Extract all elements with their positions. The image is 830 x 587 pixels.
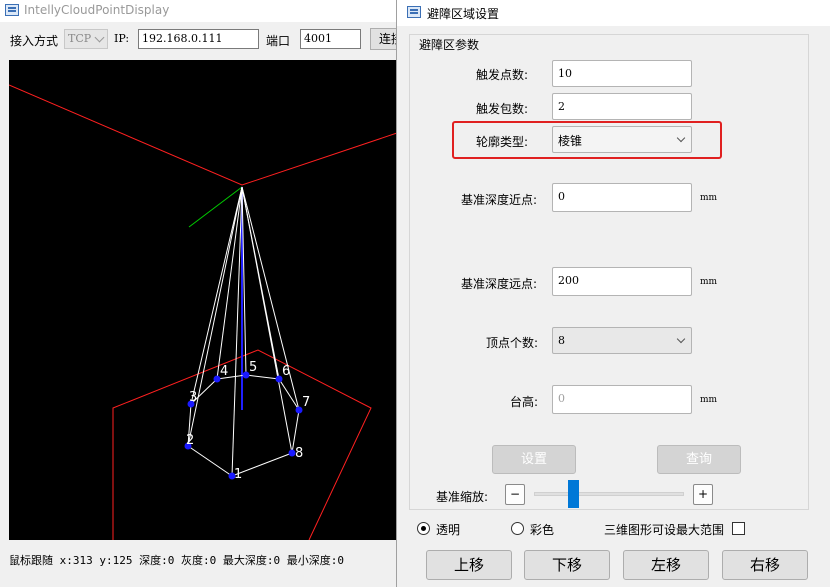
- pyramid-vertex-label: 8: [295, 446, 303, 461]
- zoom-label: 基准缩放:: [436, 490, 489, 504]
- move-down-button[interactable]: 下移: [524, 550, 610, 580]
- near-depth-unit: mm: [700, 193, 718, 203]
- pyramid-vertex-labels: 1 2 3 4 5 6 7 8: [186, 360, 310, 482]
- pyramid-edges: [187, 186, 300, 477]
- color-label: 彩色: [530, 523, 555, 537]
- set-button[interactable]: 设置: [492, 445, 576, 474]
- near-depth-input[interactable]: 0: [552, 183, 692, 212]
- protocol-select[interactable]: TCP: [64, 29, 108, 49]
- move-up-button[interactable]: 上移: [426, 550, 512, 580]
- pyramid-vertex-label: 5: [249, 360, 257, 375]
- pyramid-vertex-label: 7: [302, 395, 310, 410]
- move-right-button[interactable]: 右移: [722, 550, 808, 580]
- pyramid-vertex-label: 6: [282, 364, 290, 379]
- far-depth-label: 基准深度远点:: [461, 277, 538, 291]
- trigger-packets-input[interactable]: 2: [552, 93, 692, 120]
- max-range-label: 三维图形可设最大范围: [604, 523, 725, 537]
- vertex-count-label: 顶点个数:: [486, 336, 539, 350]
- main-window: IntellyCloudPointDisplay 接入方式 TCP IP: 19…: [0, 0, 410, 587]
- chevron-down-icon: [94, 32, 105, 43]
- pyramid-vertex-label: 3: [189, 390, 197, 405]
- pyramid-edge: [241, 186, 293, 454]
- far-depth-unit: mm: [700, 277, 718, 287]
- pyramid-base-edge: [245, 374, 280, 380]
- ip-input[interactable]: 192.168.0.111: [138, 29, 259, 49]
- app-icon: [5, 4, 19, 16]
- port-input[interactable]: 4001: [300, 29, 361, 49]
- max-range-checkbox[interactable]: [732, 522, 745, 535]
- access-mode-label: 接入方式: [10, 34, 59, 48]
- query-button[interactable]: 查询: [657, 445, 741, 474]
- pyramid-3d-view: 1 2 3 4 5 6 7 8: [8, 84, 401, 541]
- platform-height-input[interactable]: 0: [552, 385, 692, 414]
- point-cloud-viewer[interactable]: 1 2 3 4 5 6 7 8: [8, 60, 401, 541]
- transparent-radio[interactable]: [417, 522, 430, 535]
- pyramid-base-edge: [278, 378, 300, 411]
- ip-label: IP:: [114, 32, 130, 45]
- trigger-packets-label: 触发包数:: [476, 102, 529, 116]
- vertex-count-value: 8: [558, 334, 565, 347]
- pyramid-vertex-label: 2: [186, 433, 194, 448]
- trigger-points-label: 触发点数:: [476, 68, 529, 82]
- protocol-select-value: TCP: [68, 32, 92, 45]
- chevron-down-icon: [676, 334, 686, 344]
- main-window-title: IntellyCloudPointDisplay: [24, 3, 170, 17]
- trigger-points-input[interactable]: 10: [552, 60, 692, 87]
- dialog-title: 避障区域设置: [427, 7, 500, 21]
- transparent-label: 透明: [436, 523, 461, 537]
- pyramid-vertex-label: 4: [220, 364, 228, 379]
- color-radio[interactable]: [511, 522, 524, 535]
- platform-height-unit: mm: [700, 395, 718, 405]
- far-depth-input[interactable]: 200: [552, 267, 692, 296]
- port-label: 端口: [266, 34, 291, 48]
- param-group-title: 避障区参数: [417, 36, 482, 53]
- pyramid-base: [187, 374, 300, 477]
- main-titlebar: IntellyCloudPointDisplay: [0, 0, 400, 22]
- platform-height-label: 台高:: [510, 395, 539, 409]
- pyramid-edge: [241, 186, 300, 411]
- zoom-slider-thumb[interactable]: [568, 480, 579, 508]
- pyramid-vertex-label: 1: [234, 467, 242, 482]
- top-frame-line: [8, 84, 401, 186]
- pyramid-edge: [231, 186, 243, 477]
- near-depth-label: 基准深度近点:: [461, 193, 538, 207]
- mouse-status-bar: 鼠标跟随 x:313 y:125 深度:0 灰度:0 最大深度:0 最小深度:0: [9, 554, 344, 567]
- zoom-slider-track[interactable]: [534, 492, 684, 496]
- zoom-plus-button[interactable]: +: [693, 484, 713, 505]
- move-left-button[interactable]: 左移: [623, 550, 709, 580]
- vertex-count-select[interactable]: 8: [552, 327, 692, 354]
- zoom-minus-button[interactable]: −: [505, 484, 525, 505]
- pyramid-base-edge: [187, 445, 233, 477]
- dialog-titlebar: 避障区域设置: [397, 0, 830, 26]
- dialog-app-icon: [407, 6, 421, 18]
- profile-type-highlight: [452, 121, 722, 159]
